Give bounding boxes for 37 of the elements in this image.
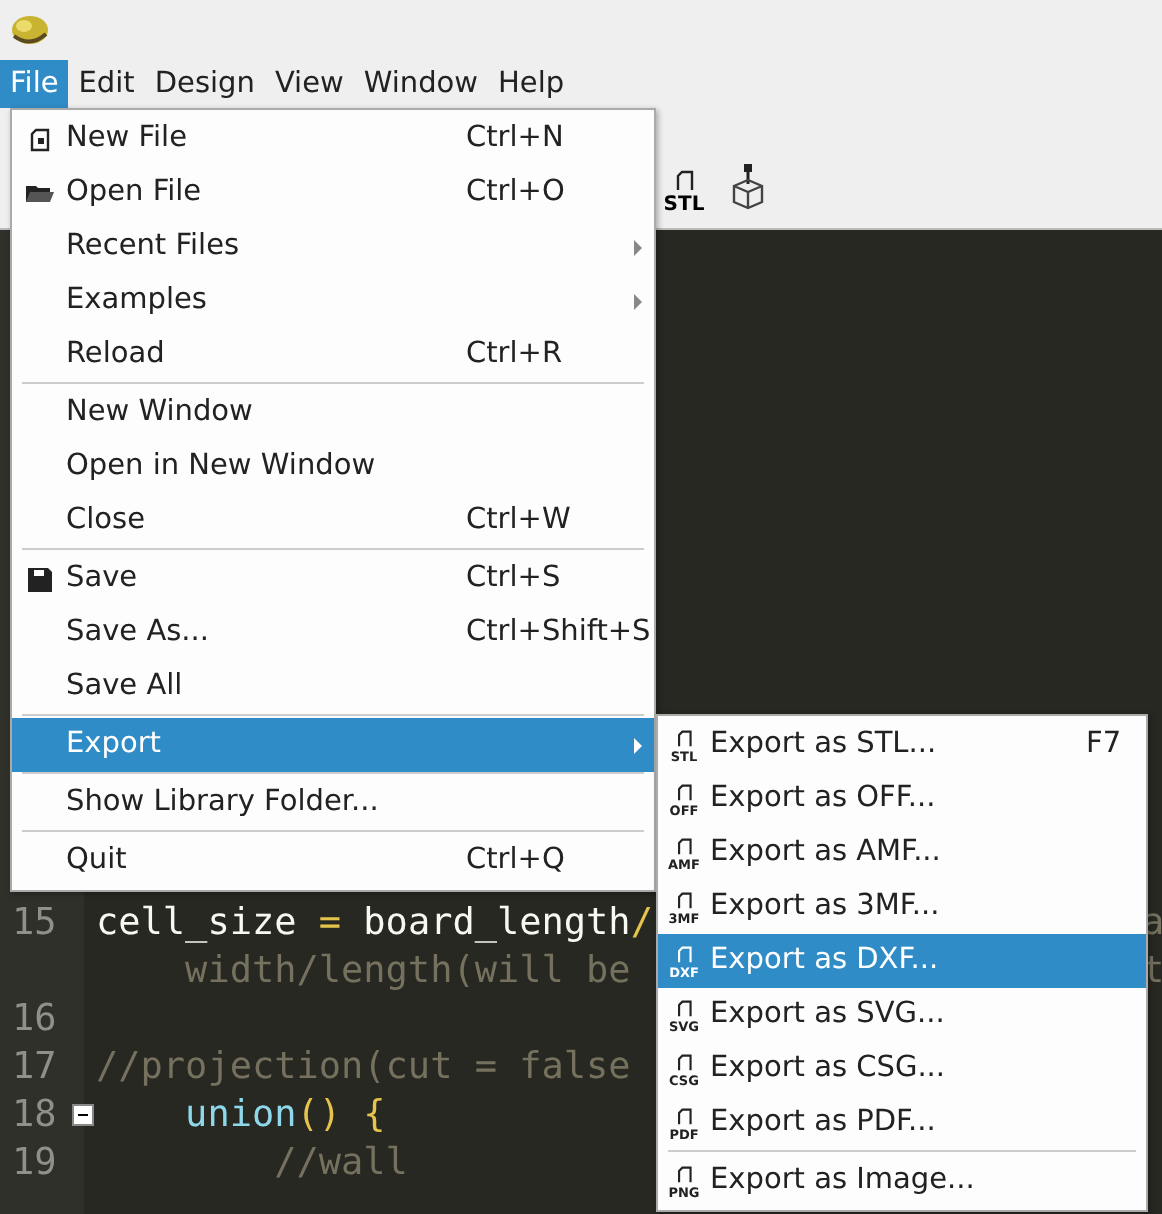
menu-item[interactable]: Show Library Folder... — [12, 776, 654, 830]
folder-icon — [25, 183, 53, 203]
line-number: 19 — [12, 1142, 57, 1185]
menu-item[interactable]: Recent Files — [12, 220, 654, 274]
menu-item[interactable]: Save All — [12, 660, 654, 714]
menu-item[interactable]: Open File Ctrl+O — [12, 166, 654, 220]
menu-item[interactable]: Window — [353, 60, 489, 108]
menu-item[interactable]: Close Ctrl+W — [12, 494, 654, 548]
menu-item[interactable]: Save Ctrl+S — [12, 552, 654, 606]
line-number: 17 — [12, 1046, 57, 1089]
menu-item[interactable]: Help — [488, 60, 575, 108]
menu-item[interactable]: Examples — [12, 274, 654, 328]
code-line: cell_size = board_length/ — [94, 900, 653, 949]
code-line: width/length(will be — [183, 948, 631, 997]
menu-item[interactable]: File — [0, 60, 69, 108]
menu-item[interactable]: Quit Ctrl+Q — [12, 834, 654, 888]
code-line: //projection(cut = false — [94, 1044, 631, 1093]
fold-toggle[interactable] — [72, 1104, 94, 1126]
menu-item[interactable]: View — [264, 60, 354, 108]
menu-item[interactable]: Edit — [68, 60, 145, 108]
new-file-icon — [29, 127, 49, 151]
submenu-arrow-icon — [634, 293, 642, 309]
menu-item[interactable]: Open in New Window — [12, 440, 654, 494]
save-icon — [27, 567, 51, 591]
menu-item[interactable]: Reload Ctrl+R — [12, 328, 654, 382]
line-number: 18 — [12, 1094, 57, 1137]
submenu-arrow-icon — [634, 239, 642, 255]
line-number: 15 — [12, 902, 57, 945]
code-line: //wall — [272, 1140, 408, 1189]
menu-item[interactable]: Save As... Ctrl+Shift+S — [12, 606, 654, 660]
menu-item[interactable]: Design — [144, 60, 265, 108]
submenu-arrow-icon — [634, 737, 642, 753]
menu-item[interactable]: New File Ctrl+N — [12, 112, 654, 166]
menu-item[interactable]: New Window — [12, 386, 654, 440]
line-number: 16 — [12, 998, 57, 1041]
code-line: union() { — [183, 1092, 386, 1141]
menu-item[interactable]: Export — [12, 718, 654, 772]
